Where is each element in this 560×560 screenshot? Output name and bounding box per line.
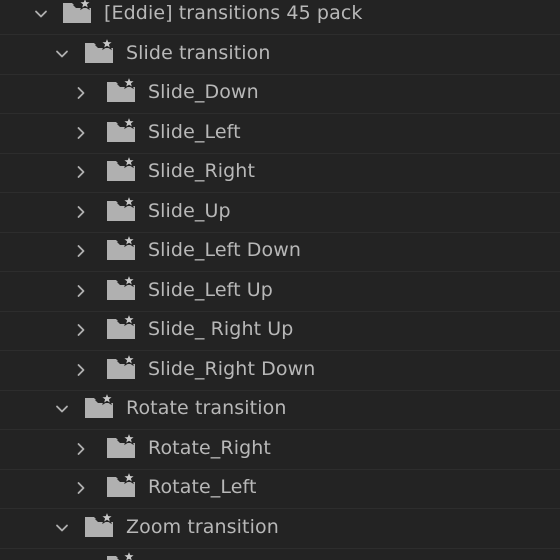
favorite-folder-icon <box>106 234 138 262</box>
tree-item-slide-left-down[interactable]: Slide_Left Down <box>0 233 560 272</box>
chevron-right-icon[interactable] <box>67 474 95 502</box>
chevron-right-icon[interactable] <box>67 119 95 147</box>
tree-folder-slide-transition[interactable]: Slide transition <box>0 36 560 75</box>
chevron-right-icon[interactable] <box>67 316 95 344</box>
tree-item-slide-down[interactable]: Slide_Down <box>0 75 560 114</box>
tree-item-label: [Eddie] transitions 45 pack <box>104 2 363 24</box>
favorite-folder-icon <box>84 511 116 539</box>
tree-item-label: Rotate_Right <box>148 436 271 459</box>
tree-item-slide-right-down[interactable]: Slide_Right Down <box>0 352 560 391</box>
favorite-folder-icon <box>106 274 138 302</box>
chevron-down-icon[interactable] <box>48 395 76 423</box>
tree-item-slide-up[interactable]: Slide_Up <box>0 194 560 233</box>
favorite-folder-icon <box>106 116 138 144</box>
favorite-folder-icon <box>106 155 138 183</box>
tree-folder-rotate-transition[interactable]: Rotate transition <box>0 391 560 430</box>
tree-item-label: Slide transition <box>126 41 271 64</box>
tree-folder-root[interactable]: [Eddie] transitions 45 pack <box>0 0 560 35</box>
favorite-folder-icon <box>106 76 138 104</box>
favorite-folder-icon <box>106 432 138 460</box>
favorite-folder-icon <box>106 195 138 223</box>
tree-item-slide-right-up[interactable]: Slide_ Right Up <box>0 312 560 351</box>
chevron-right-icon[interactable] <box>67 435 95 463</box>
chevron-right-icon[interactable] <box>67 277 95 305</box>
chevron-down-icon[interactable] <box>27 0 55 28</box>
favorite-folder-icon <box>106 353 138 381</box>
tree-item-slide-left-up[interactable]: Slide_Left Up <box>0 273 560 312</box>
tree-item-label: Slide_Left Down <box>148 239 301 261</box>
tree-item-rotate-left[interactable]: Rotate_Left <box>0 470 560 509</box>
favorite-folder-icon <box>84 392 116 420</box>
chevron-right-icon[interactable] <box>67 198 95 226</box>
project-tree: [Eddie] transitions 45 pack Slide transi… <box>0 0 560 560</box>
tree-item-label: Slide_ Right Up <box>148 318 294 340</box>
tree-item-slide-right[interactable]: Slide_Right <box>0 154 560 193</box>
favorite-folder-icon <box>106 313 138 341</box>
tree-item-rotate-right[interactable]: Rotate_Right <box>0 431 560 470</box>
tree-item-slide-left[interactable]: Slide_Left <box>0 115 560 154</box>
tree-item-label: Slide_Left Up <box>148 278 273 301</box>
tree-item-label: Zoom transition <box>126 515 279 538</box>
chevron-right-icon[interactable] <box>67 356 95 384</box>
tree-item-label: Slide_Up <box>148 199 231 222</box>
tree-folder-zoom-transition[interactable]: Zoom transition <box>0 510 560 549</box>
tree-item-label: Slide_Right Down <box>148 357 316 380</box>
tree-item-label: Rotate_Left <box>148 476 257 498</box>
tree-item-label: Slide_Down <box>148 81 259 103</box>
favorite-folder-icon <box>106 471 138 499</box>
chevron-down-icon[interactable] <box>48 40 76 68</box>
chevron-down-icon[interactable] <box>48 514 76 542</box>
chevron-right-icon[interactable] <box>67 158 95 186</box>
tree-item-zoom-child-partial[interactable] <box>0 549 560 560</box>
favorite-folder-icon <box>84 37 116 65</box>
favorite-folder-icon <box>62 0 94 25</box>
tree-item-label: Slide_Right <box>148 160 256 182</box>
tree-item-label: Rotate transition <box>126 397 287 419</box>
favorite-folder-icon <box>106 550 138 560</box>
chevron-right-icon[interactable] <box>67 237 95 265</box>
chevron-right-icon[interactable] <box>67 79 95 107</box>
tree-item-label: Slide_Left <box>148 120 241 143</box>
